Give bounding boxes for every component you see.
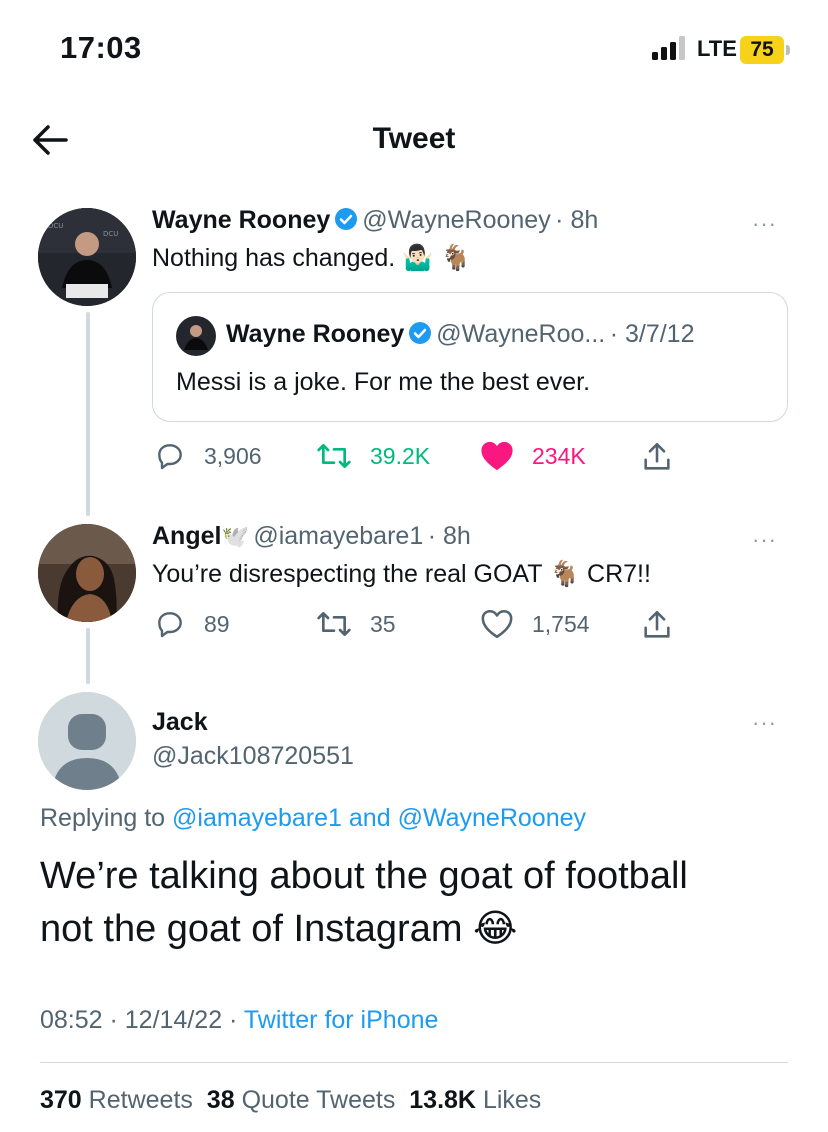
quote-text: Messi is a joke. For me the best ever.	[176, 368, 591, 396]
like-button[interactable]: 1,754	[480, 608, 590, 640]
main-author-handle[interactable]: @Jack108720551	[152, 742, 354, 771]
verified-badge-icon	[409, 322, 432, 344]
thread-line	[86, 312, 90, 516]
retweet-button[interactable]: 35	[316, 608, 396, 640]
like-count: 1,754	[532, 610, 590, 637]
tweet-time: · 8h	[427, 522, 471, 550]
status-time: 17:03	[60, 30, 142, 65]
reply-icon	[158, 612, 182, 638]
author-name[interactable]: Wayne Rooney	[152, 206, 330, 234]
more-options-icon[interactable]: ···	[752, 527, 777, 553]
svg-text:DCU: DCU	[48, 222, 63, 230]
reply-button[interactable]: 89	[154, 608, 230, 640]
tweet2-text: You’re disrespecting the real GOAT 🐐 CR7…	[152, 560, 651, 588]
tweet-body: Nothing has changed.	[152, 244, 396, 272]
retweet-icon	[317, 444, 351, 468]
like-count: 234K	[532, 442, 586, 469]
author-name[interactable]: Angel	[152, 522, 221, 550]
reply-button[interactable]: 3,906	[154, 440, 262, 472]
avatar-wayne-rooney[interactable]: DCU DCU	[38, 208, 136, 306]
author-handle[interactable]: @iamayebare1	[253, 522, 423, 550]
svg-text:DCU: DCU	[103, 230, 118, 238]
battery-level: 75	[750, 38, 774, 61]
likes-stat[interactable]: 13.8K Likes	[409, 1086, 541, 1114]
tweet-emoji: 🤷🏻‍♂️ 🐐	[402, 244, 472, 272]
quote-header: Wayne Rooney @WayneRoo... · 3/7/12	[226, 320, 694, 349]
author-handle[interactable]: @WayneRooney	[362, 206, 550, 234]
replying-to: Replying to @iamayebare1 and @WayneRoone…	[40, 804, 586, 833]
network-type: LTE	[697, 36, 737, 61]
more-options-icon[interactable]: ···	[752, 710, 777, 736]
retweet-icon	[317, 612, 351, 636]
retweet-count: 35	[370, 610, 396, 637]
tweet-time: · 8h	[555, 206, 599, 234]
tweet-timestamp: 08:52 · 12/14/22 ·	[40, 1006, 238, 1034]
tweet1-text: Nothing has changed. 🤷🏻‍♂️ 🐐	[152, 244, 471, 273]
replying-and: and	[348, 804, 391, 832]
replying-user-link[interactable]: @iamayebare1	[172, 804, 342, 832]
verified-badge-icon	[335, 208, 358, 230]
signal-icon	[652, 36, 685, 60]
quote-author-handle: @WayneRoo...	[436, 320, 606, 348]
tweet-meta: 08:52 · 12/14/22 · Twitter for iPhone	[40, 1006, 438, 1035]
like-button[interactable]: 234K	[480, 440, 586, 472]
retweet-count: 39.2K	[370, 442, 431, 469]
tweet1-header: Wayne Rooney @WayneRooney · 8h	[152, 206, 598, 235]
reply-count: 3,906	[204, 442, 262, 469]
tweet2-header: Angel🕊️ @iamayebare1 · 8h	[152, 522, 471, 551]
retweets-stat[interactable]: 370 Retweets	[40, 1086, 193, 1114]
reply-icon	[158, 444, 182, 470]
avatar-angel[interactable]	[38, 524, 136, 622]
heart-filled-icon	[481, 441, 513, 471]
more-options-icon[interactable]: ···	[752, 211, 777, 237]
quote-date: · 3/7/12	[609, 320, 695, 348]
quote-tweets-stat[interactable]: 38 Quote Tweets	[207, 1086, 396, 1114]
reply-count: 89	[204, 610, 230, 637]
battery-icon: 75	[740, 36, 784, 64]
engagement-stats: 370 Retweets 38 Quote Tweets 13.8K Likes	[40, 1086, 541, 1115]
quote-author-name: Wayne Rooney	[226, 320, 405, 348]
quote-avatar	[176, 316, 216, 356]
main-tweet-line1: We’re talking about the goat of football	[40, 855, 688, 897]
thread-line	[86, 628, 90, 684]
page-title: Tweet	[372, 122, 456, 155]
main-tweet-line2: not the goat of Instagram 😂	[40, 908, 518, 950]
tweet-source-link[interactable]: Twitter for iPhone	[244, 1006, 439, 1034]
share-icon[interactable]	[640, 440, 674, 474]
replying-prefix: Replying to	[40, 804, 166, 832]
divider	[40, 1062, 788, 1063]
dove-emoji: 🕊️	[221, 524, 249, 549]
main-author-name[interactable]: Jack	[152, 708, 208, 737]
main-tweet-text: We’re talking about the goat of football…	[40, 850, 800, 956]
quoted-tweet-card[interactable]	[152, 292, 788, 422]
share-icon[interactable]	[640, 608, 674, 642]
battery-cap	[786, 45, 790, 55]
avatar-default-jack[interactable]	[38, 692, 136, 790]
replying-user-link[interactable]: @WayneRooney	[398, 804, 586, 832]
heart-outline-icon	[481, 609, 513, 639]
retweet-button[interactable]: 39.2K	[316, 440, 430, 472]
